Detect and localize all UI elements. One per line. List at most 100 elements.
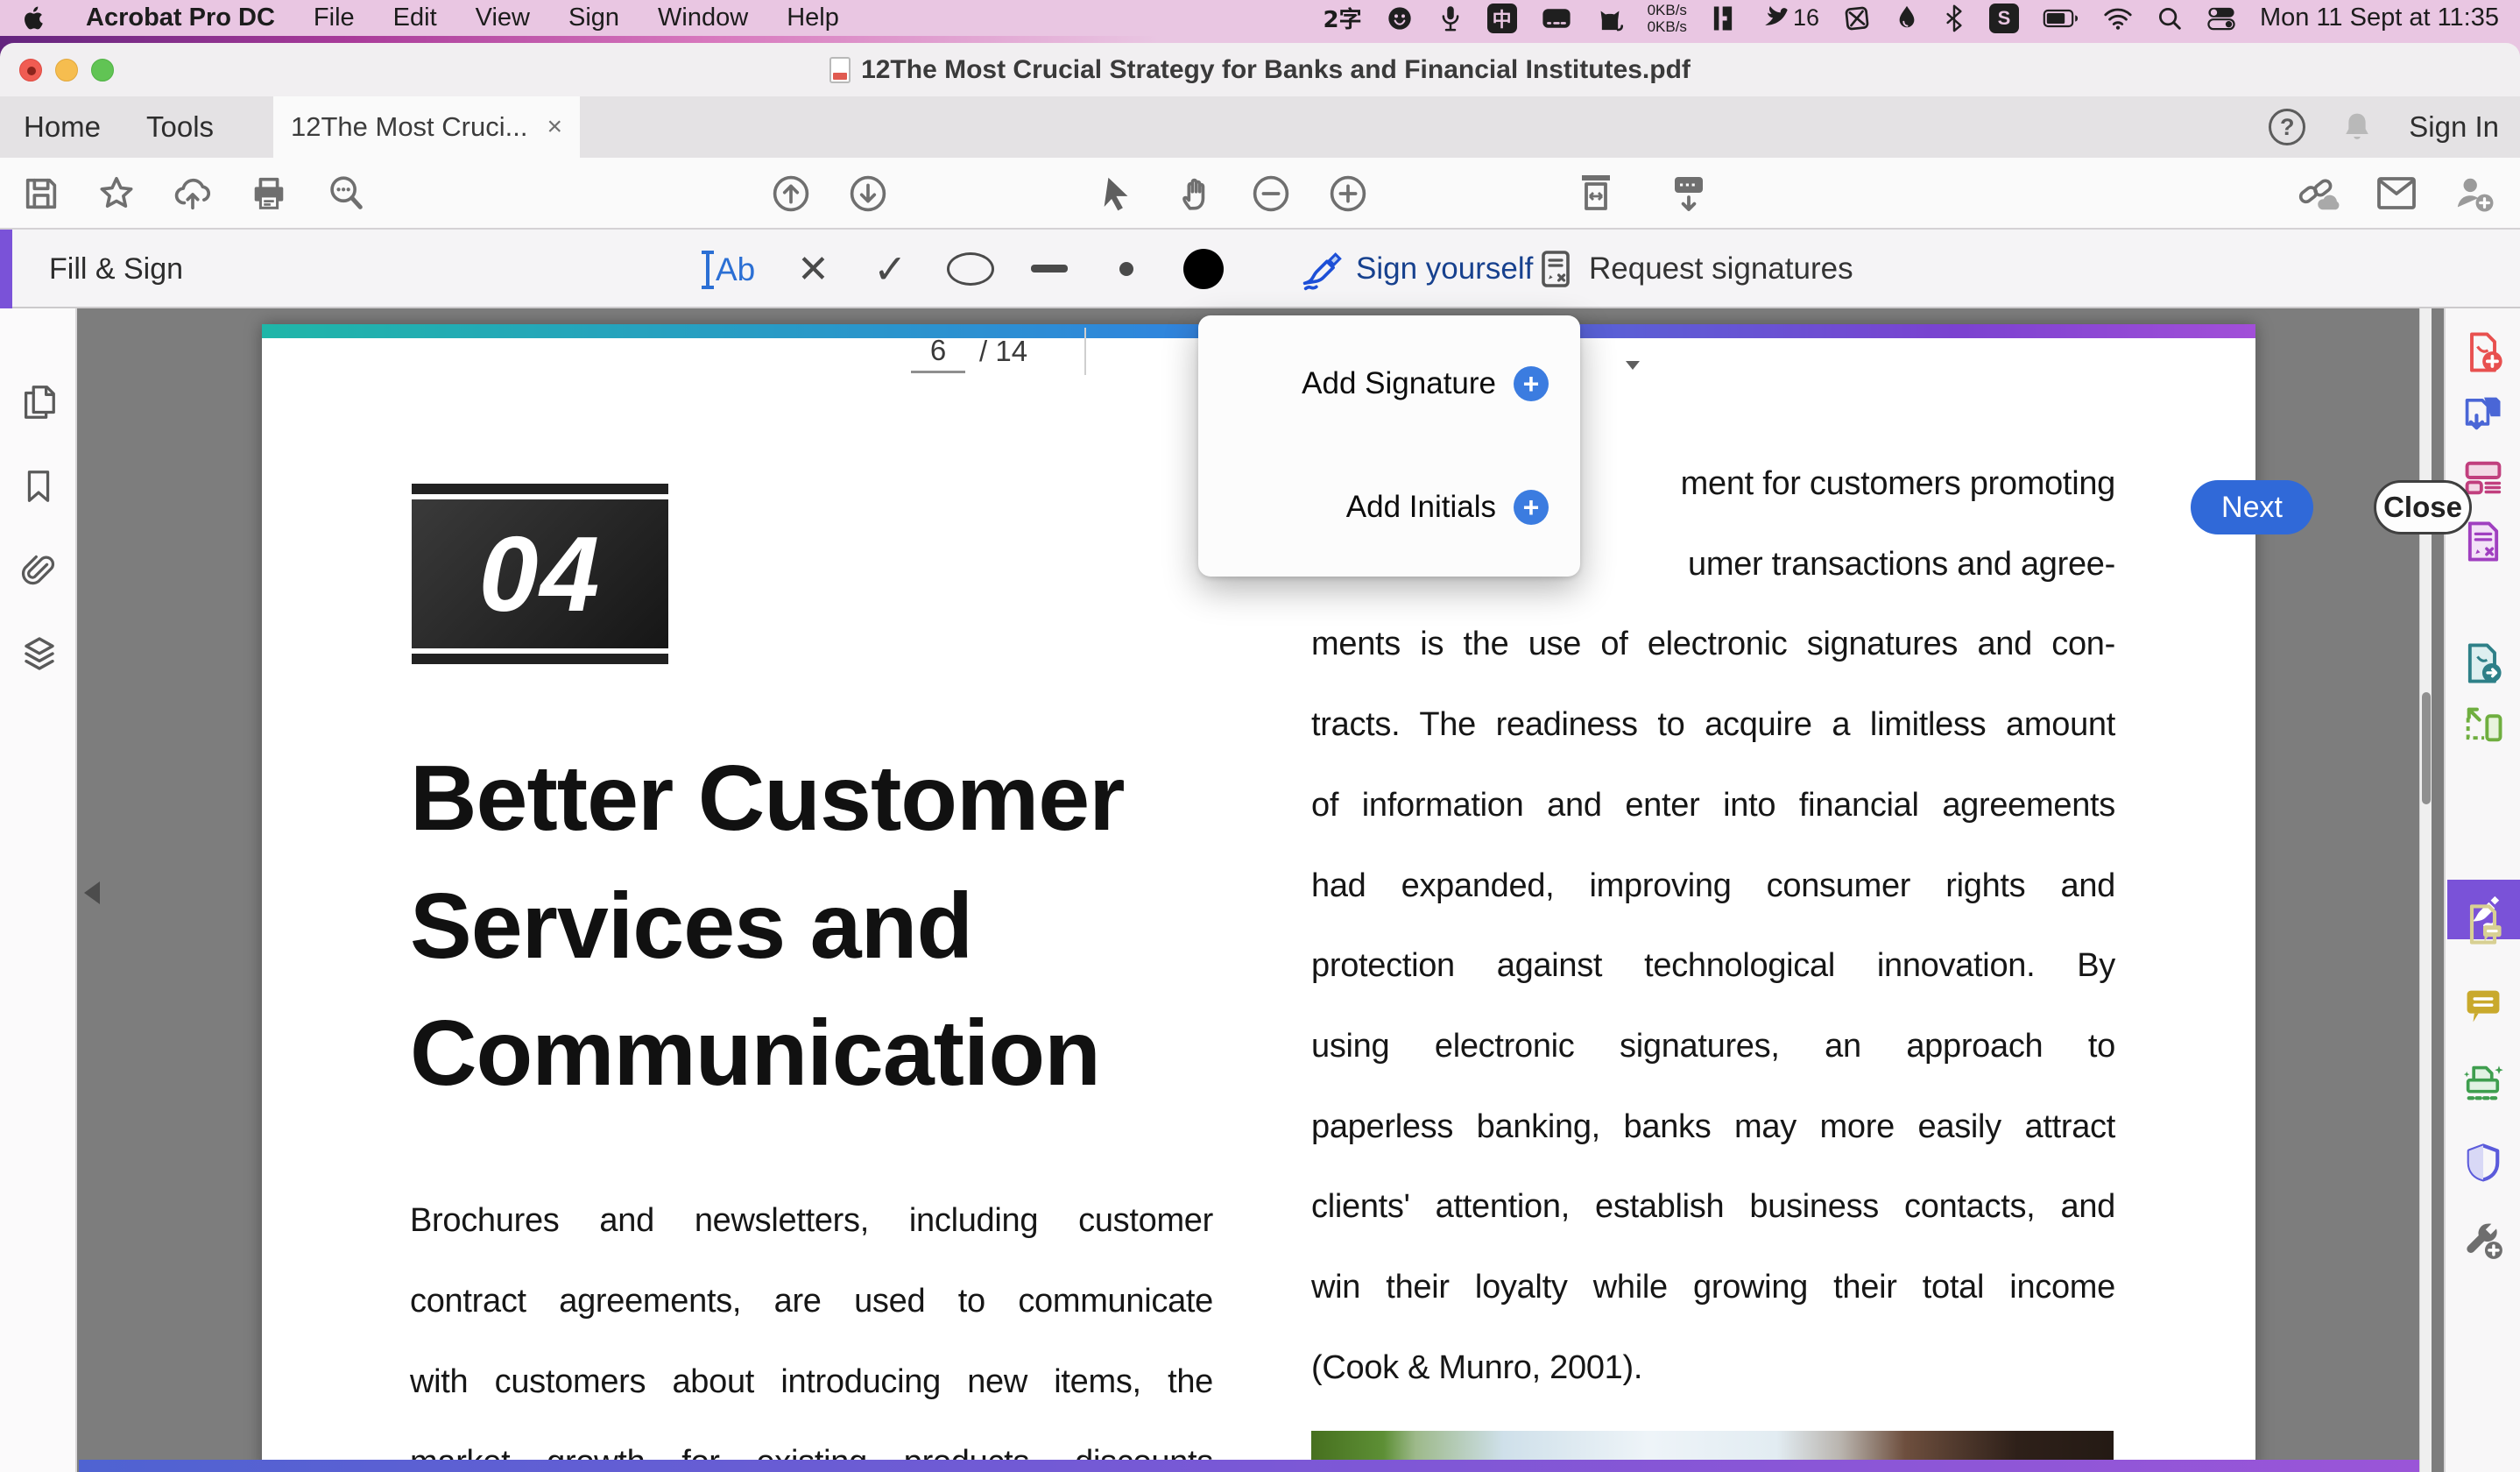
add-initials-item[interactable]: Add Initials + [1346,483,1549,532]
left-navigation-rail [0,308,77,1472]
comment-icon[interactable] [2460,983,2506,1029]
cat-icon[interactable] [1596,4,1624,33]
zoom-out-icon[interactable] [1251,173,1291,214]
request-signatures-button[interactable]: Request signatures [1535,230,1853,308]
menu-help[interactable]: Help [787,4,839,32]
plus-circle-icon[interactable]: + [1514,366,1549,401]
previous-page-icon[interactable] [771,173,811,214]
sign-in-button[interactable]: Sign In [2409,110,2499,144]
cross-mark-tool[interactable]: ✕ [797,247,829,292]
tab-tools[interactable]: Tools [146,96,214,158]
heading-line: Communication [410,1001,1101,1105]
next-page-icon[interactable] [848,173,888,214]
scrolling-mode-icon[interactable] [1668,172,1710,216]
layers-icon[interactable] [18,633,60,675]
protect-icon[interactable] [2460,1141,2506,1186]
bird-notification[interactable]: 16 [1759,4,1819,32]
body-text-line: contract agreements, are used to communi… [410,1283,1213,1320]
organize-pages-icon[interactable] [2460,702,2506,747]
fountain-pen-icon [1302,252,1342,291]
apple-icon[interactable] [21,4,47,33]
share-link-icon[interactable] [2297,173,2340,214]
body-text-line: clients' attention, establish business c… [1311,1188,2115,1225]
page-number-input[interactable]: 6 [911,329,965,373]
menu-file[interactable]: File [314,4,355,32]
print-icon[interactable] [249,173,289,214]
request-signatures-icon [1542,251,1570,287]
send-for-comments-icon[interactable] [2460,902,2506,947]
search-icon[interactable] [326,173,366,214]
combine-files-icon[interactable] [2460,391,2506,436]
tab-document[interactable]: 12The Most Cruci... × [273,96,580,158]
smiley-icon[interactable] [1386,4,1414,32]
menu-edit[interactable]: Edit [393,4,437,32]
capture-icon[interactable] [1841,3,1872,33]
body-text-line: had expanded, improving consumer rights … [1311,867,2115,904]
request-signatures-icon[interactable] [2460,519,2506,564]
sign-yourself-button[interactable]: Sign yourself [1298,230,1533,308]
control-center-icon[interactable] [2206,5,2236,32]
next-button[interactable]: Next [2191,480,2313,534]
body-text-line: protection against technological innovat… [1311,947,2115,984]
circle-tool[interactable] [947,252,994,286]
request-signatures-label: Request signatures [1589,251,1853,286]
close-fill-sign-button[interactable]: Close [2374,480,2472,534]
menu-view[interactable]: View [476,4,530,32]
heading-line: Better Customer [410,747,1126,850]
s-app-icon[interactable]: S [1988,3,2019,33]
network-speed[interactable]: 0KB/s 0KB/s [1648,2,1687,35]
more-tools-icon[interactable] [2460,1217,2506,1263]
add-signature-item[interactable]: Add Signature + [1302,359,1549,408]
page-thumbnails-icon[interactable] [18,382,59,422]
create-pdf-icon[interactable] [2460,329,2506,375]
dot-tool[interactable] [1119,262,1133,276]
wifi-icon[interactable] [2103,7,2133,30]
app-bars-icon[interactable] [1711,4,1735,32]
filled-dot-tool[interactable] [1183,249,1224,289]
body-text-line: (Cook & Munro, 2001). [1311,1349,1643,1386]
scrollbar-thumb[interactable] [2422,692,2431,804]
input-source-badge[interactable]: 2字 [1323,2,1361,34]
caret-down-icon[interactable] [1626,361,1640,370]
zoom-in-icon[interactable] [1328,173,1368,214]
hand-tool-icon[interactable] [1175,173,1216,214]
body-text-line: using electronic signatures, an approach… [1311,1028,2115,1065]
star-favorite-icon[interactable] [96,173,137,214]
battery-icon[interactable] [2043,8,2079,29]
add-text-tool[interactable]: Ab [702,251,755,289]
cloud-upload-icon[interactable] [172,173,214,214]
bookmarks-icon[interactable] [18,466,59,506]
line-tool[interactable] [1031,265,1068,272]
menubar-app-name[interactable]: Acrobat Pro DC [86,4,275,32]
menu-sign[interactable]: Sign [568,4,619,32]
menubar-clock[interactable]: Mon 11 Sept at 11:35 [2260,4,2499,32]
export-pdf-icon[interactable] [2460,640,2506,686]
tab-home[interactable]: Home [24,96,101,158]
mic-icon[interactable] [1437,4,1464,33]
plus-circle-icon[interactable]: + [1514,490,1549,525]
attachments-icon[interactable] [18,550,59,591]
chinese-input-icon[interactable]: 中 [1486,3,1517,33]
check-mark-tool[interactable]: ✓ [873,245,907,293]
fit-width-icon[interactable] [1575,172,1617,216]
window-title: 12The Most Crucial Strategy for Banks an… [861,54,1691,84]
body-text-line: with customers about introducing new ite… [410,1363,1213,1400]
help-icon[interactable]: ? [2269,109,2306,145]
chapter-number: 04 [478,514,602,633]
body-text-line: tracts. The readiness to acquire a limit… [1311,706,2115,743]
notifications-bell-icon[interactable] [2339,109,2375,145]
menu-window[interactable]: Window [658,4,748,32]
add-people-icon[interactable] [2453,173,2496,214]
spotlight-icon[interactable] [2156,5,2183,32]
scan-ocr-icon[interactable] [2460,1061,2506,1107]
collapse-panel-arrow[interactable] [84,881,100,904]
fill-sign-label: Fill & Sign [49,251,184,286]
save-icon[interactable] [21,173,61,214]
sign-yourself-label: Sign yourself [1356,251,1534,286]
keyboard-icon[interactable] [1541,5,1572,32]
tab-close-icon[interactable]: × [547,112,562,142]
select-tool-icon[interactable] [1097,173,1137,214]
bluetooth-icon[interactable] [1943,4,1966,32]
drop-icon[interactable] [1895,4,1919,32]
email-icon[interactable] [2375,175,2418,212]
